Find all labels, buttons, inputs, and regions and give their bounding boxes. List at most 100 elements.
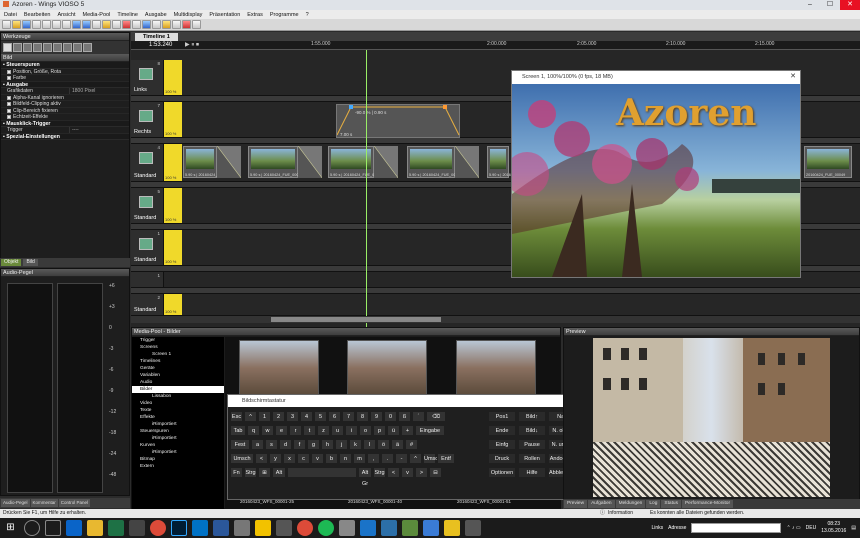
chrome-icon[interactable] [296,520,313,536]
rotate-icon[interactable] [73,43,82,52]
key[interactable]: ü [387,425,400,436]
tab-meldungen[interactable]: Meldungen [615,500,646,508]
print-icon[interactable] [32,20,41,29]
nav-key[interactable]: Ende [488,425,516,436]
keyboard-titlebar[interactable]: Bildschirmtastatur✕ [228,395,580,407]
key[interactable]: g [307,439,320,450]
key[interactable]: i [345,425,358,436]
menu-media-pool[interactable]: Media-Pool [83,12,111,18]
image-icon[interactable] [53,43,62,52]
chrome-icon[interactable] [149,520,166,536]
key[interactable]: b [325,453,338,464]
key[interactable]: d [279,439,292,450]
key[interactable]: y [269,453,282,464]
clip[interactable]: 5.90 s | 20160424_FUE_00011 [248,146,302,178]
key[interactable]: < [387,467,400,478]
nav-key[interactable]: Druck [488,453,516,464]
media-thumb[interactable]: 20160423_WFS_00001-08 [456,340,536,403]
checkbox[interactable] [7,108,11,113]
key[interactable]: v [311,453,324,464]
move-icon[interactable] [63,43,72,52]
key[interactable]: Strg [373,467,386,478]
key[interactable]: s [265,439,278,450]
key[interactable]: 0 [384,411,397,422]
minimize-icon[interactable]: – [800,0,820,10]
tab-control-panel[interactable]: Control Panel [58,499,91,507]
settings-icon[interactable] [152,20,161,29]
timeline-ruler[interactable]: 1:53.240 ▶ ⏸ ⏹ 1:55.000 2:00.000 2:05.00… [131,41,860,50]
search-icon[interactable] [23,520,40,536]
tab-bild[interactable]: Bild [23,259,38,266]
app-icon[interactable] [128,520,145,536]
menu-multidisplay[interactable]: Multidisplay [174,12,203,18]
windows-start-icon[interactable]: ⊞ [2,520,19,536]
key[interactable]: u [331,425,344,436]
notification-icon[interactable]: ▤ [851,525,856,531]
key[interactable]: v [401,467,414,478]
app-icon[interactable] [275,520,292,536]
tab-status[interactable]: Status [661,500,681,508]
nav-key[interactable]: Optionen [488,467,516,478]
new-icon[interactable] [2,20,11,29]
key[interactable]: 3 [286,411,299,422]
excel-icon[interactable] [107,520,124,536]
menu-praesentation[interactable]: Präsentation [209,12,240,18]
address-input[interactable] [691,523,782,533]
tab-log[interactable]: Log [646,500,661,508]
key[interactable]: # [405,439,418,450]
checkbox[interactable] [7,95,11,100]
key[interactable]: Fest [230,439,250,450]
app-icon[interactable] [464,520,481,536]
redo-icon[interactable] [82,20,91,29]
key[interactable]: Tab [230,425,246,436]
app-icon[interactable] [359,520,376,536]
nav-key[interactable]: Bild↓ [518,425,546,436]
tree-item[interactable]: iRimportiert [132,421,224,428]
undo-icon[interactable] [72,20,81,29]
clip[interactable]: 5.90 s | 20160424_FUE_00047 [407,146,462,178]
cut-icon[interactable] [42,20,51,29]
menu-help[interactable]: ? [306,12,309,18]
tree-item[interactable]: Variablen [132,372,224,379]
clip[interactable]: 5.90 s | 20160424_FUE_00048 [487,146,542,178]
screen-titlebar[interactable]: Screen 1, 100%/100% (0 fps, 18 MB) ✕ [512,71,800,83]
track-header[interactable]: 2 Standard [131,294,164,315]
maximize-icon[interactable]: ☐ [820,0,840,10]
key[interactable]: Alt Gr [358,467,372,487]
key[interactable]: ä [391,439,404,450]
key[interactable]: t [303,425,316,436]
tree-item[interactable]: Screen 1 [132,351,224,358]
tree-item[interactable]: Geräte [132,365,224,372]
tree-item[interactable]: Steuerspuren [132,428,224,435]
key[interactable]: + [401,425,414,436]
tree-item[interactable]: Texte [132,407,224,414]
photoshop-icon[interactable] [170,520,187,536]
key[interactable]: 8 [356,411,369,422]
clock[interactable]: 08:23 13.05.2016 [821,521,846,535]
key[interactable]: x [283,453,296,464]
display-icon[interactable] [142,20,151,29]
tab-kommentar[interactable]: Kommentar [30,499,58,507]
transport-icons[interactable]: ▶ ⏸ ⏹ [185,41,199,49]
save-icon[interactable] [22,20,31,29]
open-icon[interactable] [12,20,21,29]
app-icon[interactable] [380,520,397,536]
scroll-thumb[interactable] [271,317,441,322]
track-header[interactable]: 5 Standard [131,188,164,223]
key[interactable]: ö [377,439,390,450]
app-icon[interactable] [422,520,439,536]
clip[interactable]: 5.90 s | 20160424_FUE_00019 [183,146,238,178]
menu-datei[interactable]: Datei [4,12,17,18]
tree-item[interactable]: Trigger [132,337,224,344]
close-icon[interactable]: ✕ [840,0,860,10]
checkbox[interactable] [7,115,11,119]
tab-aufgaben[interactable]: Aufgaben [588,500,615,508]
key[interactable]: n [339,453,352,464]
key[interactable]: 9 [370,411,383,422]
export-icon[interactable] [172,20,181,29]
key[interactable]: . [381,453,394,464]
key[interactable]: a [251,439,264,450]
clip[interactable]: 20160424_FUE_00049 [804,146,852,178]
menu-programme[interactable]: Programme [270,12,299,18]
key[interactable]: ^ [409,453,422,464]
